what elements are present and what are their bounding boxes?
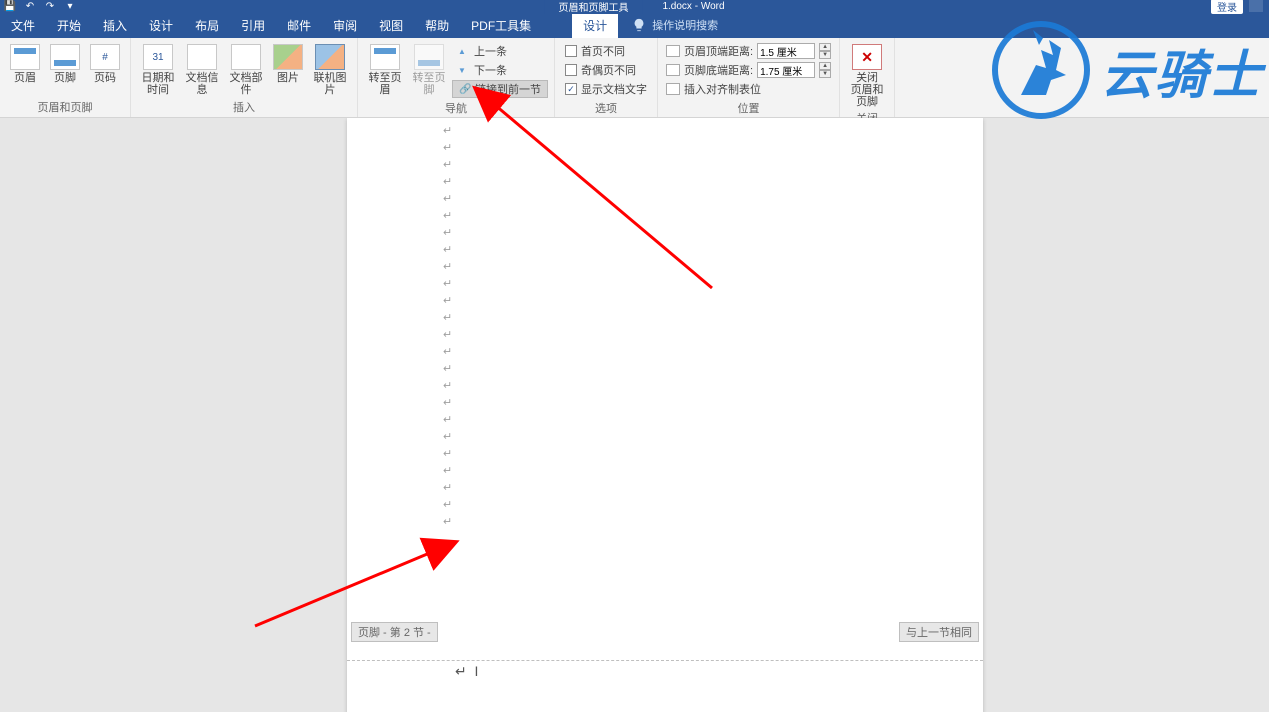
tab-insert[interactable]: 插入	[92, 12, 138, 38]
group-navigation: 转至页眉 转至页脚 上一条 下一条 链接到前一节 导航	[358, 38, 555, 117]
tell-me-placeholder: 操作说明搜索	[652, 17, 718, 33]
checkbox-checked-icon: ✓	[565, 83, 577, 95]
spinner-down-icon[interactable]: ▼	[819, 51, 831, 59]
contextual-tab-title: 页眉和页脚工具	[544, 0, 642, 14]
tab-help[interactable]: 帮助	[414, 12, 460, 38]
footer-icon	[50, 44, 80, 70]
tab-review[interactable]: 审阅	[322, 12, 368, 38]
online-pictures-button[interactable]: 联机图片	[309, 40, 351, 96]
tell-me-search[interactable]: 操作说明搜索	[618, 12, 718, 38]
header-icon	[10, 44, 40, 70]
arrow-up-icon	[458, 45, 470, 57]
spinner-control[interactable]: ▲▼	[819, 43, 831, 59]
close-header-footer-button[interactable]: ✕ 关闭页眉和页脚	[846, 40, 888, 108]
online-pictures-icon	[315, 44, 345, 70]
goto-header-button[interactable]: 转至页眉	[364, 40, 406, 96]
text-cursor: ↵ I	[455, 663, 478, 680]
paragraph-marks: ↵↵↵↵↵↵↵↵↵↵↵↵↵↵↵↵↵↵↵↵↵↵↵↵	[443, 124, 452, 528]
group-position: 页眉顶端距离: ▲▼ 页脚底端距离: ▲▼ 插入对齐制表位 位置	[658, 38, 840, 117]
title-center: 页眉和页脚工具 1.docx - Word	[544, 0, 724, 14]
document-title: 1.docx - Word	[662, 1, 724, 12]
tab-view[interactable]: 视图	[368, 12, 414, 38]
tab-mailings[interactable]: 邮件	[276, 12, 322, 38]
header-distance-label: 页眉顶端距离:	[684, 43, 753, 59]
tab-file[interactable]: 文件	[0, 12, 46, 38]
ribbon-display-options-icon[interactable]	[1249, 0, 1263, 12]
group-close: ✕ 关闭页眉和页脚 关闭	[840, 38, 895, 117]
spinner-control[interactable]: ▲▼	[819, 62, 831, 78]
quick-access-toolbar: 💾 ↶ ↷ ▾	[0, 0, 76, 12]
group-insert: 日期和时间 文档信息 文档部件 图片 联机图片 插入	[131, 38, 358, 117]
footer-button[interactable]: 页脚	[46, 40, 84, 84]
group-label-hf: 页眉和页脚	[6, 97, 124, 117]
tab-home[interactable]: 开始	[46, 12, 92, 38]
page-number-button[interactable]: # 页码	[86, 40, 124, 84]
ribbon: 页眉 页脚 # 页码 页眉和页脚 日期和时间 文档信息	[0, 38, 1269, 118]
calendar-icon	[143, 44, 173, 70]
footer-boundary	[347, 660, 983, 662]
close-icon: ✕	[852, 44, 882, 70]
page-number-icon: #	[90, 44, 120, 70]
tab-align-icon	[666, 83, 680, 95]
save-icon[interactable]: 💾	[4, 0, 16, 12]
header-distance-icon	[666, 45, 680, 57]
ribbon-tabs: 文件 开始 插入 设计 布局 引用 邮件 审阅 视图 帮助 PDF工具集 设计 …	[0, 12, 1269, 38]
next-button[interactable]: 下一条	[452, 61, 548, 79]
footer-distance-row: 页脚底端距离: ▲▼	[664, 61, 833, 79]
link-to-previous-button[interactable]: 链接到前一节	[452, 80, 548, 98]
lightbulb-icon	[632, 18, 646, 32]
date-time-button[interactable]: 日期和时间	[137, 40, 179, 96]
header-distance-row: 页眉顶端距离: ▲▼	[664, 42, 833, 60]
checkbox-icon	[565, 64, 577, 76]
footer-distance-icon	[666, 64, 680, 76]
goto-footer-icon	[414, 44, 444, 70]
group-options: 首页不同 奇偶页不同 ✓显示文档文字 选项	[555, 38, 658, 117]
checkbox-icon	[565, 45, 577, 57]
pictures-icon	[273, 44, 303, 70]
group-label-nav: 导航	[364, 98, 548, 118]
spinner-down-icon[interactable]: ▼	[819, 70, 831, 78]
spinner-up-icon[interactable]: ▲	[819, 43, 831, 51]
previous-button[interactable]: 上一条	[452, 42, 548, 60]
tab-references[interactable]: 引用	[230, 12, 276, 38]
doc-info-icon	[187, 44, 217, 70]
tab-design[interactable]: 设计	[138, 12, 184, 38]
qat-more-icon[interactable]: ▾	[64, 0, 76, 12]
different-first-page-checkbox[interactable]: 首页不同	[561, 42, 651, 60]
document-page[interactable]: ↵↵↵↵↵↵↵↵↵↵↵↵↵↵↵↵↵↵↵↵↵↵↵↵ 页脚 - 第 2 节 - 与上…	[347, 118, 983, 712]
arrow-down-icon	[458, 64, 470, 76]
insert-alignment-tab-button[interactable]: 插入对齐制表位	[664, 80, 833, 98]
group-label-insert: 插入	[137, 97, 351, 117]
undo-icon[interactable]: ↶	[24, 0, 36, 12]
doc-parts-button[interactable]: 文档部件	[225, 40, 267, 96]
goto-header-icon	[370, 44, 400, 70]
header-distance-input[interactable]	[757, 43, 815, 59]
tab-layout[interactable]: 布局	[184, 12, 230, 38]
different-odd-even-checkbox[interactable]: 奇偶页不同	[561, 61, 651, 79]
group-header-footer: 页眉 页脚 # 页码 页眉和页脚	[0, 38, 131, 117]
header-button[interactable]: 页眉	[6, 40, 44, 84]
group-label-position: 位置	[664, 98, 833, 118]
tab-hf-design[interactable]: 设计	[572, 12, 618, 38]
pictures-button[interactable]: 图片	[269, 40, 307, 84]
doc-info-button[interactable]: 文档信息	[181, 40, 223, 96]
document-area[interactable]: ↵↵↵↵↵↵↵↵↵↵↵↵↵↵↵↵↵↵↵↵↵↵↵↵ 页脚 - 第 2 节 - 与上…	[0, 118, 1269, 712]
title-bar: 💾 ↶ ↷ ▾ 页眉和页脚工具 1.docx - Word 登录	[0, 0, 1269, 12]
show-document-text-checkbox[interactable]: ✓显示文档文字	[561, 80, 651, 98]
goto-footer-button[interactable]: 转至页脚	[408, 40, 450, 96]
group-label-options: 选项	[561, 98, 651, 118]
login-button[interactable]: 登录	[1211, 0, 1243, 14]
footer-section-tag: 页脚 - 第 2 节 -	[351, 622, 438, 642]
footer-distance-input[interactable]	[757, 62, 815, 78]
same-as-previous-tag: 与上一节相同	[899, 622, 979, 642]
footer-distance-label: 页脚底端距离:	[684, 62, 753, 78]
tab-pdftools[interactable]: PDF工具集	[460, 12, 542, 38]
doc-parts-icon	[231, 44, 261, 70]
spinner-up-icon[interactable]: ▲	[819, 62, 831, 70]
redo-icon[interactable]: ↷	[44, 0, 56, 12]
title-right: 登录	[1211, 0, 1263, 14]
link-icon	[459, 83, 471, 95]
